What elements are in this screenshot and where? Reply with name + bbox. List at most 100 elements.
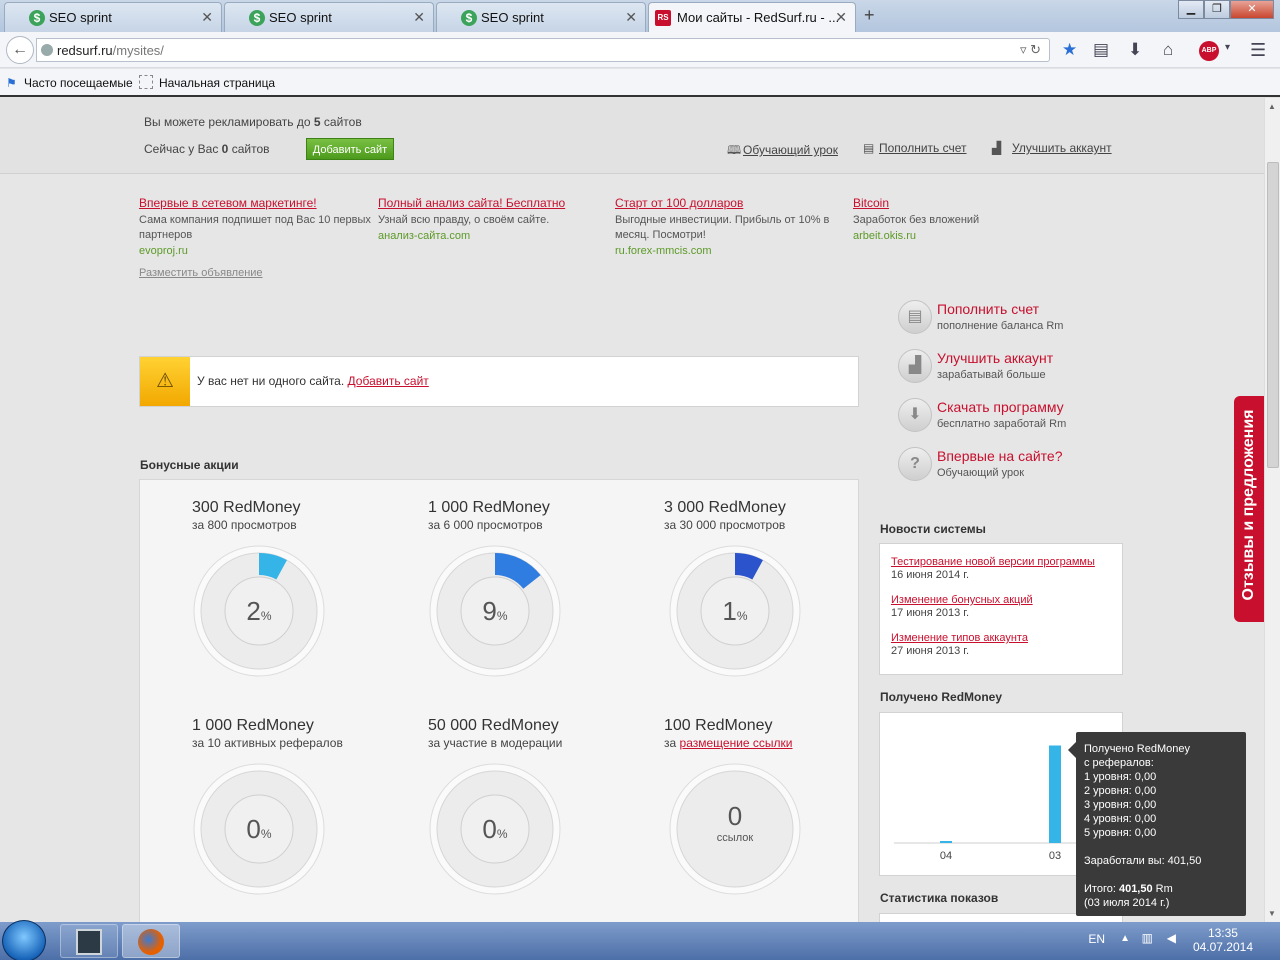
top-up-link[interactable]: ▤ Пополнить счет <box>863 141 967 155</box>
clock[interactable]: 13:35 04.07.2014 <box>1193 926 1253 954</box>
bonus-item-5: 50 000 RedMoney за участие в модерации <box>428 717 628 750</box>
back-icon[interactable]: ← <box>6 36 34 64</box>
link-placement-link[interactable]: размещение ссылки <box>680 736 793 750</box>
taskbar-app-monitor[interactable] <box>60 924 118 958</box>
ring-unit: % <box>736 609 748 623</box>
ring-unit: % <box>496 827 508 841</box>
home-icon[interactable]: ⌂ <box>1163 40 1173 60</box>
scroll-down-icon[interactable]: ▼ <box>1268 909 1276 918</box>
news-link[interactable]: Тестирование новой версии программы <box>891 556 1122 568</box>
browser-tab-1[interactable]: $ SEO sprint ✕ <box>4 2 222 32</box>
page-scrollbar[interactable]: ▲ ▼ <box>1264 98 1280 922</box>
news-date: 17 июня 2013 г. <box>891 607 970 619</box>
close-window-icon[interactable]: ✕ <box>1230 0 1274 19</box>
bookmark-folder-icon: ⚑ <box>6 76 17 90</box>
progress-ring: 9% <box>429 545 561 677</box>
seosprint-favicon-icon: $ <box>29 10 45 26</box>
add-site-link[interactable]: Добавить сайт <box>348 374 429 388</box>
ad-desc: Выгодные инвестиции. Прибыль от 10% в ме… <box>615 214 830 241</box>
language-indicator[interactable]: EN <box>1088 932 1105 946</box>
tooltip-total: Итого: 401,50 Rm <box>1084 882 1246 896</box>
scrollbar-thumb[interactable] <box>1267 162 1279 468</box>
add-site-button[interactable]: Добавить сайт <box>306 138 394 160</box>
action-title[interactable]: Впервые на сайте? <box>937 448 1063 464</box>
news-link[interactable]: Изменение бонусных акций <box>891 594 1122 606</box>
current-suffix: сайтов <box>231 142 270 156</box>
browser-tab-3[interactable]: $ SEO sprint ✕ <box>436 2 646 32</box>
upgrade-link-label: Улучшить аккаунт <box>1012 141 1112 155</box>
minimize-icon[interactable]: ▁ <box>1178 0 1204 19</box>
close-tab-icon[interactable]: ✕ <box>201 9 213 26</box>
page-content: Вы можете рекламировать до 5 сайтов Сейч… <box>0 98 1264 922</box>
reload-icon[interactable]: ▿ ↻ <box>1020 42 1041 58</box>
redmoney-section-title: Получено RedMoney <box>880 690 1003 704</box>
taskbar-app-firefox[interactable] <box>122 924 180 958</box>
ring-number: 2 <box>246 596 261 626</box>
tooltip-date: (03 июля 2014 г.) <box>1084 897 1170 909</box>
network-icon[interactable]: ▥ <box>1142 931 1153 945</box>
links-counter: 0 ссылок <box>669 763 801 895</box>
browser-tab-2[interactable]: $ SEO sprint ✕ <box>224 2 434 32</box>
volume-icon[interactable]: ◀ <box>1167 931 1176 945</box>
feedback-tab[interactable]: Отзывы и предложения <box>1234 396 1264 622</box>
tutorial-link[interactable]: 🕮 Обучающий урок <box>727 141 838 162</box>
tutorial-link-label: Обучающий урок <box>743 143 838 157</box>
condition-prefix: за <box>664 736 677 750</box>
ring-unit: % <box>496 609 508 623</box>
ad-url[interactable]: arbeit.okis.ru <box>853 230 1085 242</box>
close-tab-icon[interactable]: ✕ <box>625 9 637 26</box>
total-prefix: Итого: <box>1084 883 1116 895</box>
ad-title[interactable]: Bitcoin <box>853 196 1085 210</box>
maximize-icon[interactable]: ❐ <box>1204 0 1230 19</box>
start-button[interactable] <box>2 920 46 960</box>
downloads-icon[interactable]: ⬇ <box>1128 40 1142 60</box>
tray-arrow-icon[interactable]: ▲ <box>1120 933 1130 944</box>
action-download[interactable]: ⬇ Скачать программу бесплатно заработай … <box>898 398 1098 442</box>
chart-up-icon: ▟ <box>898 349 932 383</box>
upgrade-link[interactable]: ▟ Улучшить аккаунт <box>992 141 1112 155</box>
bookmark-home-page[interactable]: Начальная страница <box>159 76 275 90</box>
close-tab-icon[interactable]: ✕ <box>413 9 425 26</box>
bookmark-most-visited[interactable]: Часто посещаемые <box>24 76 133 90</box>
ad-desc: Сама компания подпишет под Вас 10 первых… <box>139 214 371 241</box>
ad-url[interactable]: evoproj.ru <box>139 245 371 257</box>
reading-list-icon[interactable]: ▤ <box>1093 40 1109 60</box>
action-title[interactable]: Скачать программу <box>937 399 1064 415</box>
action-top-up[interactable]: ▤ Пополнить счет пополнение баланса Rm <box>898 300 1098 344</box>
limit-value: 5 <box>313 115 321 129</box>
place-ad-link[interactable]: Разместить объявление <box>139 267 263 279</box>
action-title[interactable]: Пополнить счет <box>937 301 1039 317</box>
scroll-up-icon[interactable]: ▲ <box>1268 102 1276 111</box>
seosprint-favicon-icon: $ <box>249 10 265 26</box>
top-up-link-label: Пополнить счет <box>879 141 967 155</box>
bonus-condition: за участие в модерации <box>428 736 563 750</box>
action-title[interactable]: Улучшить аккаунт <box>937 350 1053 366</box>
bookmark-star-icon[interactable]: ★ <box>1062 40 1077 60</box>
action-sub: пополнение баланса Rm <box>937 320 1064 332</box>
ad-url[interactable]: ru.forex-mmcis.com <box>615 245 840 257</box>
ring-value: 0% <box>429 763 561 895</box>
menu-icon[interactable]: ☰ <box>1250 40 1266 61</box>
chart-bar[interactable] <box>1049 745 1061 843</box>
action-first-time[interactable]: ? Впервые на сайте? Обучающий урок <box>898 447 1098 491</box>
close-tab-icon[interactable]: ✕ <box>835 9 847 26</box>
clock-date: 04.07.2014 <box>1192 940 1253 954</box>
ad-desc: Заработок без вложений <box>853 214 980 226</box>
question-icon: ? <box>898 447 932 481</box>
adblock-dropdown-icon[interactable]: ▾ <box>1225 42 1230 53</box>
ad-title[interactable]: Старт от 100 долларов <box>615 196 840 210</box>
action-upgrade[interactable]: ▟ Улучшить аккаунт зарабатывай больше <box>898 349 1098 393</box>
ad-url[interactable]: анализ-сайта.com <box>378 230 610 242</box>
globe-icon <box>41 44 53 56</box>
ring-number: 0 <box>246 814 261 844</box>
ad-title[interactable]: Впервые в сетевом маркетинге! <box>139 196 371 210</box>
news-link[interactable]: Изменение типов аккаунта <box>891 632 1122 644</box>
browser-tab-active[interactable]: RS Мои сайты - RedSurf.ru - ... ✕ <box>648 2 856 33</box>
ad-title[interactable]: Полный анализ сайта! Бесплатно <box>378 196 610 210</box>
chart-bar[interactable] <box>940 841 952 843</box>
new-tab-button[interactable]: + <box>864 5 875 26</box>
adblock-icon[interactable]: ABP <box>1199 41 1219 61</box>
address-bar[interactable]: redsurf.ru/mysites/ ▿ ↻ <box>36 38 1050 62</box>
wallet-icon: ▤ <box>898 300 932 334</box>
firefox-icon <box>138 929 164 955</box>
